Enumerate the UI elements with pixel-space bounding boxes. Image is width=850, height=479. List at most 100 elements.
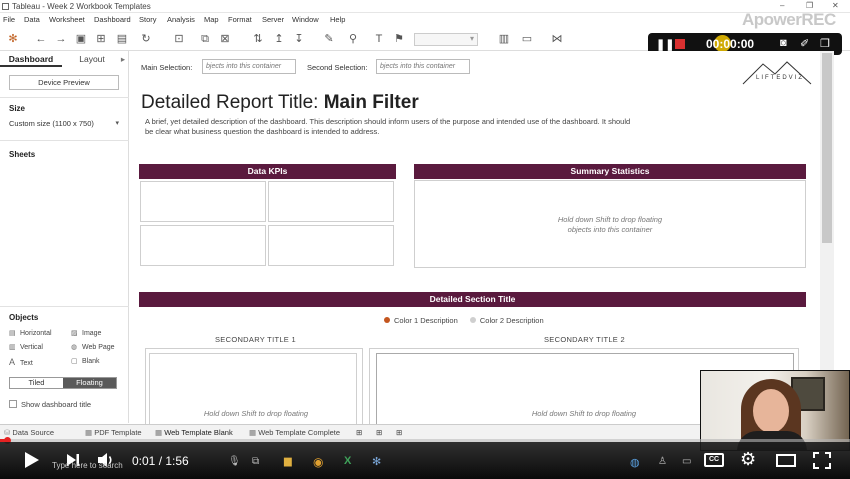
menu-data[interactable]: Data bbox=[24, 15, 40, 24]
window-icon[interactable]: ❐ bbox=[820, 37, 830, 50]
menu-story[interactable]: Story bbox=[139, 15, 157, 24]
taskbar-search[interactable]: Type here to search bbox=[52, 461, 123, 470]
close-icon[interactable]: ✕ bbox=[832, 1, 839, 10]
tab-dashboard[interactable]: Dashboard bbox=[0, 51, 62, 67]
object-image[interactable]: ▨ Image bbox=[71, 329, 101, 337]
taskbar-app-icon[interactable]: ◍ bbox=[630, 456, 640, 469]
new-worksheet-icon[interactable]: ⊡ bbox=[172, 32, 186, 46]
menu-server[interactable]: Server bbox=[262, 15, 284, 24]
camera-icon[interactable]: ◙ bbox=[780, 37, 787, 49]
pen-icon[interactable]: ✐ bbox=[800, 37, 809, 50]
new-worksheet-tab-icon[interactable]: ⊞ bbox=[356, 428, 362, 437]
kpi-container[interactable] bbox=[140, 225, 266, 266]
fix-axes-icon[interactable]: ⚑ bbox=[392, 32, 406, 46]
object-blank[interactable]: ▢ Blank bbox=[71, 357, 100, 365]
new-data-source-icon[interactable]: ⊞ bbox=[94, 32, 108, 46]
horizontal-icon: ▤ bbox=[9, 330, 16, 337]
chrome-icon[interactable]: ◉ bbox=[313, 455, 323, 469]
clear-sheet-icon[interactable]: ⊠ bbox=[218, 32, 232, 46]
people-icon[interactable]: ♙ bbox=[658, 456, 667, 467]
show-labels-icon[interactable]: T bbox=[372, 32, 386, 46]
device-preview-button[interactable]: Device Preview bbox=[9, 75, 119, 90]
tiled-button[interactable]: Tiled bbox=[10, 378, 63, 388]
main-selection-label: Main Selection: bbox=[141, 63, 193, 72]
menu-worksheet[interactable]: Worksheet bbox=[49, 15, 85, 24]
task-view-icon[interactable]: ⧉ bbox=[252, 456, 259, 467]
summary-container[interactable]: Hold down Shift to drop floating objects… bbox=[414, 180, 806, 268]
panel-menu-icon[interactable]: ▸ bbox=[118, 51, 128, 67]
minimize-icon[interactable]: – bbox=[780, 1, 784, 10]
tab-web-template-blank[interactable]: ▦ Web Template Blank bbox=[155, 428, 233, 437]
object-text[interactable]: A Text bbox=[9, 357, 33, 367]
tableau-logo-icon[interactable]: ✻ bbox=[6, 32, 20, 46]
kpi-container[interactable] bbox=[268, 225, 394, 266]
main-selection-container[interactable]: bjects into this container bbox=[202, 59, 296, 74]
captions-icon[interactable]: CC bbox=[704, 453, 724, 467]
vertical-icon: ▥ bbox=[9, 344, 16, 351]
highlight-icon[interactable]: ✎ bbox=[322, 32, 336, 46]
maximize-icon[interactable]: ❐ bbox=[806, 1, 813, 10]
data-kpis-header: Data KPIs bbox=[139, 164, 396, 179]
sort-ascending-icon[interactable]: ↥ bbox=[272, 32, 286, 46]
tab-layout[interactable]: Layout bbox=[62, 51, 122, 67]
object-vertical[interactable]: ▥ Vertical bbox=[9, 343, 43, 351]
video-time: 0:01 / 1:56 bbox=[132, 454, 189, 468]
database-icon: ⛁ bbox=[4, 428, 11, 437]
tab-pdf-template[interactable]: ▦ PDF Template bbox=[85, 428, 142, 437]
size-dropdown[interactable]: Custom size (1100 x 750) bbox=[9, 119, 119, 128]
fit-dropdown[interactable] bbox=[414, 33, 478, 46]
scrollbar-thumb[interactable] bbox=[822, 53, 832, 243]
settings-gear-icon[interactable]: ⚙ bbox=[740, 449, 756, 470]
web-page-icon: ◍ bbox=[71, 344, 78, 351]
group-icon[interactable]: ⚲ bbox=[346, 32, 360, 46]
play-icon[interactable] bbox=[24, 451, 40, 469]
presentation-mode-icon[interactable]: ▭ bbox=[520, 32, 534, 46]
new-story-tab-icon[interactable]: ⊞ bbox=[396, 428, 402, 437]
menu-help[interactable]: Help bbox=[330, 15, 345, 24]
stop-icon[interactable] bbox=[675, 39, 685, 49]
kpi-container[interactable] bbox=[268, 181, 394, 222]
file-explorer-icon[interactable]: ▆ bbox=[284, 456, 292, 467]
logo-text: LIFTEDVIZ bbox=[756, 75, 805, 81]
checkbox-box bbox=[9, 400, 17, 408]
tableau-taskbar-icon[interactable]: ✻ bbox=[372, 455, 381, 468]
floating-button[interactable]: Floating bbox=[63, 378, 116, 388]
legend-item: Color 1 Description bbox=[384, 316, 458, 325]
show-dashboard-title-checkbox[interactable]: Show dashboard title bbox=[9, 400, 91, 409]
menu-window[interactable]: Window bbox=[292, 15, 319, 24]
undo-icon[interactable]: ← bbox=[34, 32, 48, 46]
menu-file[interactable]: File bbox=[3, 15, 15, 24]
secondary-container-1[interactable]: Hold down Shift to drop floating bbox=[145, 348, 363, 428]
pause-icon[interactable]: ❚❚ bbox=[656, 38, 674, 51]
menu-format[interactable]: Format bbox=[228, 15, 252, 24]
new-dashboard-tab-icon[interactable]: ⊞ bbox=[376, 428, 382, 437]
show-me-icon[interactable]: ▥ bbox=[497, 32, 511, 46]
object-web-page[interactable]: ◍ Web Page bbox=[71, 343, 115, 351]
save-icon[interactable]: ▣ bbox=[74, 32, 88, 46]
redo-icon[interactable]: → bbox=[54, 32, 68, 46]
legend-item: Color 2 Description bbox=[469, 316, 544, 325]
swap-icon[interactable]: ⇅ bbox=[251, 32, 265, 46]
summary-statistics-header: Summary Statistics bbox=[414, 164, 806, 179]
menu-map[interactable]: Map bbox=[204, 15, 219, 24]
tab-data-source[interactable]: ⛁ Data Source bbox=[4, 428, 54, 437]
menu-dashboard[interactable]: Dashboard bbox=[94, 15, 131, 24]
menu-analysis[interactable]: Analysis bbox=[167, 15, 195, 24]
image-icon: ▨ bbox=[71, 330, 78, 337]
share-icon[interactable]: ⋈ bbox=[550, 32, 564, 46]
divider bbox=[0, 140, 129, 141]
fullscreen-icon[interactable] bbox=[813, 452, 831, 469]
second-selection-container[interactable]: bjects into this container bbox=[376, 59, 470, 74]
kpi-container[interactable] bbox=[140, 181, 266, 222]
refresh-icon[interactable]: ↻ bbox=[139, 32, 153, 46]
object-horizontal[interactable]: ▤ Horizontal bbox=[9, 329, 52, 337]
tab-web-template-complete[interactable]: ▦ Web Template Complete bbox=[249, 428, 340, 437]
microphone-icon[interactable]: 🎙 bbox=[228, 456, 241, 467]
theater-mode-icon[interactable] bbox=[776, 454, 796, 467]
excel-icon[interactable]: X bbox=[344, 455, 351, 467]
dashboard-icon: ▦ bbox=[85, 428, 93, 437]
pause-updates-icon[interactable]: ▤ bbox=[115, 32, 129, 46]
notification-icon[interactable]: ▭ bbox=[682, 456, 691, 467]
duplicate-icon[interactable]: ⧉ bbox=[198, 32, 212, 46]
sort-descending-icon[interactable]: ↧ bbox=[292, 32, 306, 46]
